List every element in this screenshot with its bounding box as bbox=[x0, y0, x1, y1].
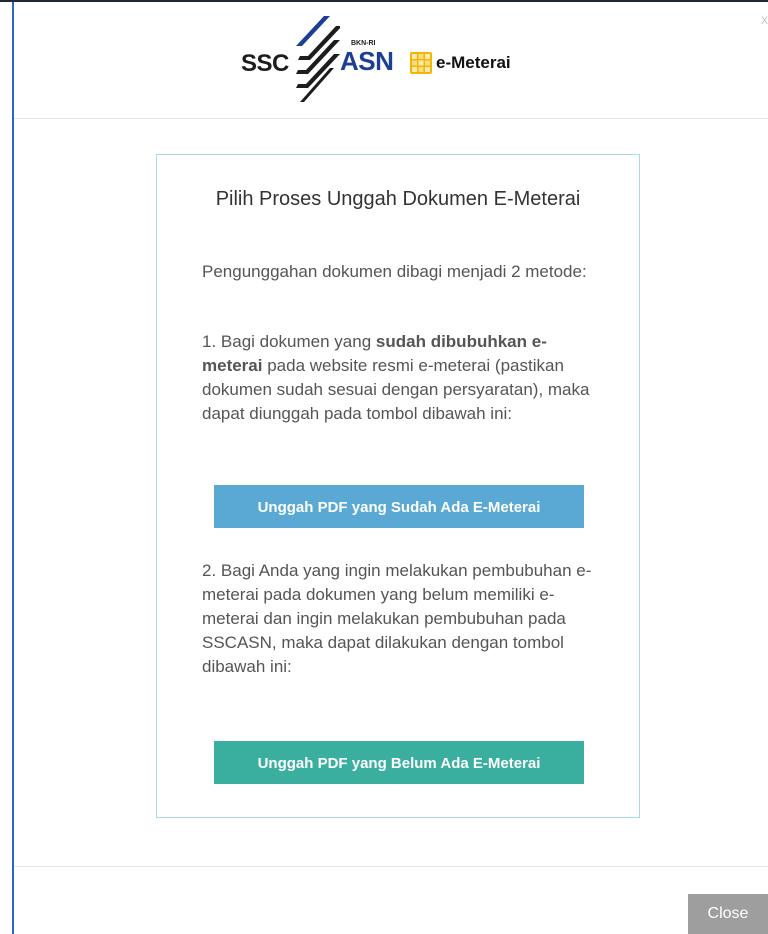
panel-title: Pilih Proses Unggah Dokumen E-Meterai bbox=[215, 188, 581, 210]
close-icon[interactable]: x bbox=[754, 12, 768, 26]
left-edge-bar bbox=[0, 2, 14, 934]
step1-text: 1. Bagi dokumen yang sudah dibubuhkan e-… bbox=[202, 330, 602, 426]
step2-text: 2. Bagi Anda yang ingin melakukan pembub… bbox=[202, 561, 592, 676]
logo-ssc-text: SSC bbox=[241, 50, 289, 77]
modal-dialog: x SSC BKN-RI ASN e-Meterai Pilih Proses … bbox=[14, 4, 768, 934]
close-button[interactable]: Close bbox=[688, 894, 768, 934]
modal-header: x SSC BKN-RI ASN e-Meterai bbox=[14, 4, 768, 119]
upload-existing-emeterai-button[interactable]: Unggah PDF yang Sudah Ada E-Meterai bbox=[214, 485, 584, 528]
step1-prefix: 1. Bagi dokumen yang bbox=[202, 332, 376, 351]
sscasn-stripes-icon bbox=[296, 16, 340, 102]
page-frame: x SSC BKN-RI ASN e-Meterai Pilih Proses … bbox=[0, 0, 768, 934]
intro-text: Pengunggahan dokumen dibagi menjadi 2 me… bbox=[202, 262, 587, 281]
logo-asn-text: ASN bbox=[340, 46, 394, 76]
emeterai-icon bbox=[410, 52, 432, 74]
footer-divider bbox=[14, 866, 768, 867]
upload-options-panel: Pilih Proses Unggah Dokumen E-Meterai Pe… bbox=[156, 154, 640, 818]
upload-without-emeterai-button[interactable]: Unggah PDF yang Belum Ada E-Meterai bbox=[214, 741, 584, 784]
emeterai-logo-text: e-Meterai bbox=[436, 53, 511, 72]
sscasn-logo: SSC BKN-RI ASN e-Meterai bbox=[241, 16, 541, 106]
